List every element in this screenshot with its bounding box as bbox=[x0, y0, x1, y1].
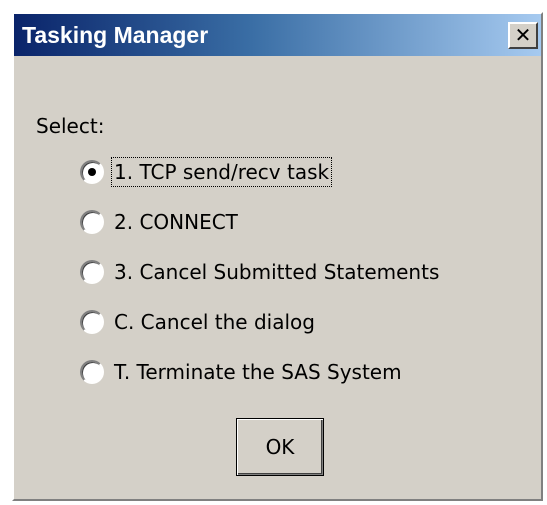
radio-button[interactable] bbox=[80, 310, 104, 334]
radio-button[interactable] bbox=[80, 160, 104, 184]
radio-label[interactable]: 2. CONNECT bbox=[112, 208, 240, 236]
radio-label[interactable]: T. Terminate the SAS System bbox=[112, 358, 404, 386]
radio-button[interactable] bbox=[80, 360, 104, 384]
ok-button[interactable]: OK bbox=[236, 418, 324, 476]
close-button[interactable]: ✕ bbox=[508, 22, 538, 49]
window-title: Tasking Manager bbox=[22, 22, 209, 48]
radio-label[interactable]: 3. Cancel Submitted Statements bbox=[112, 258, 441, 286]
title-bar[interactable]: Tasking Manager ✕ bbox=[14, 14, 541, 56]
radio-button[interactable] bbox=[80, 210, 104, 234]
radio-label[interactable]: 1. TCP send/recv task bbox=[110, 157, 333, 187]
tasking-manager-dialog: Tasking Manager ✕ Select: 1. TCP send/re… bbox=[12, 12, 543, 501]
radio-button[interactable] bbox=[80, 260, 104, 284]
radio-selected-dot bbox=[88, 168, 96, 176]
select-prompt: Select: bbox=[36, 114, 105, 138]
close-icon: ✕ bbox=[514, 23, 532, 47]
radio-label[interactable]: C. Cancel the dialog bbox=[112, 308, 317, 336]
